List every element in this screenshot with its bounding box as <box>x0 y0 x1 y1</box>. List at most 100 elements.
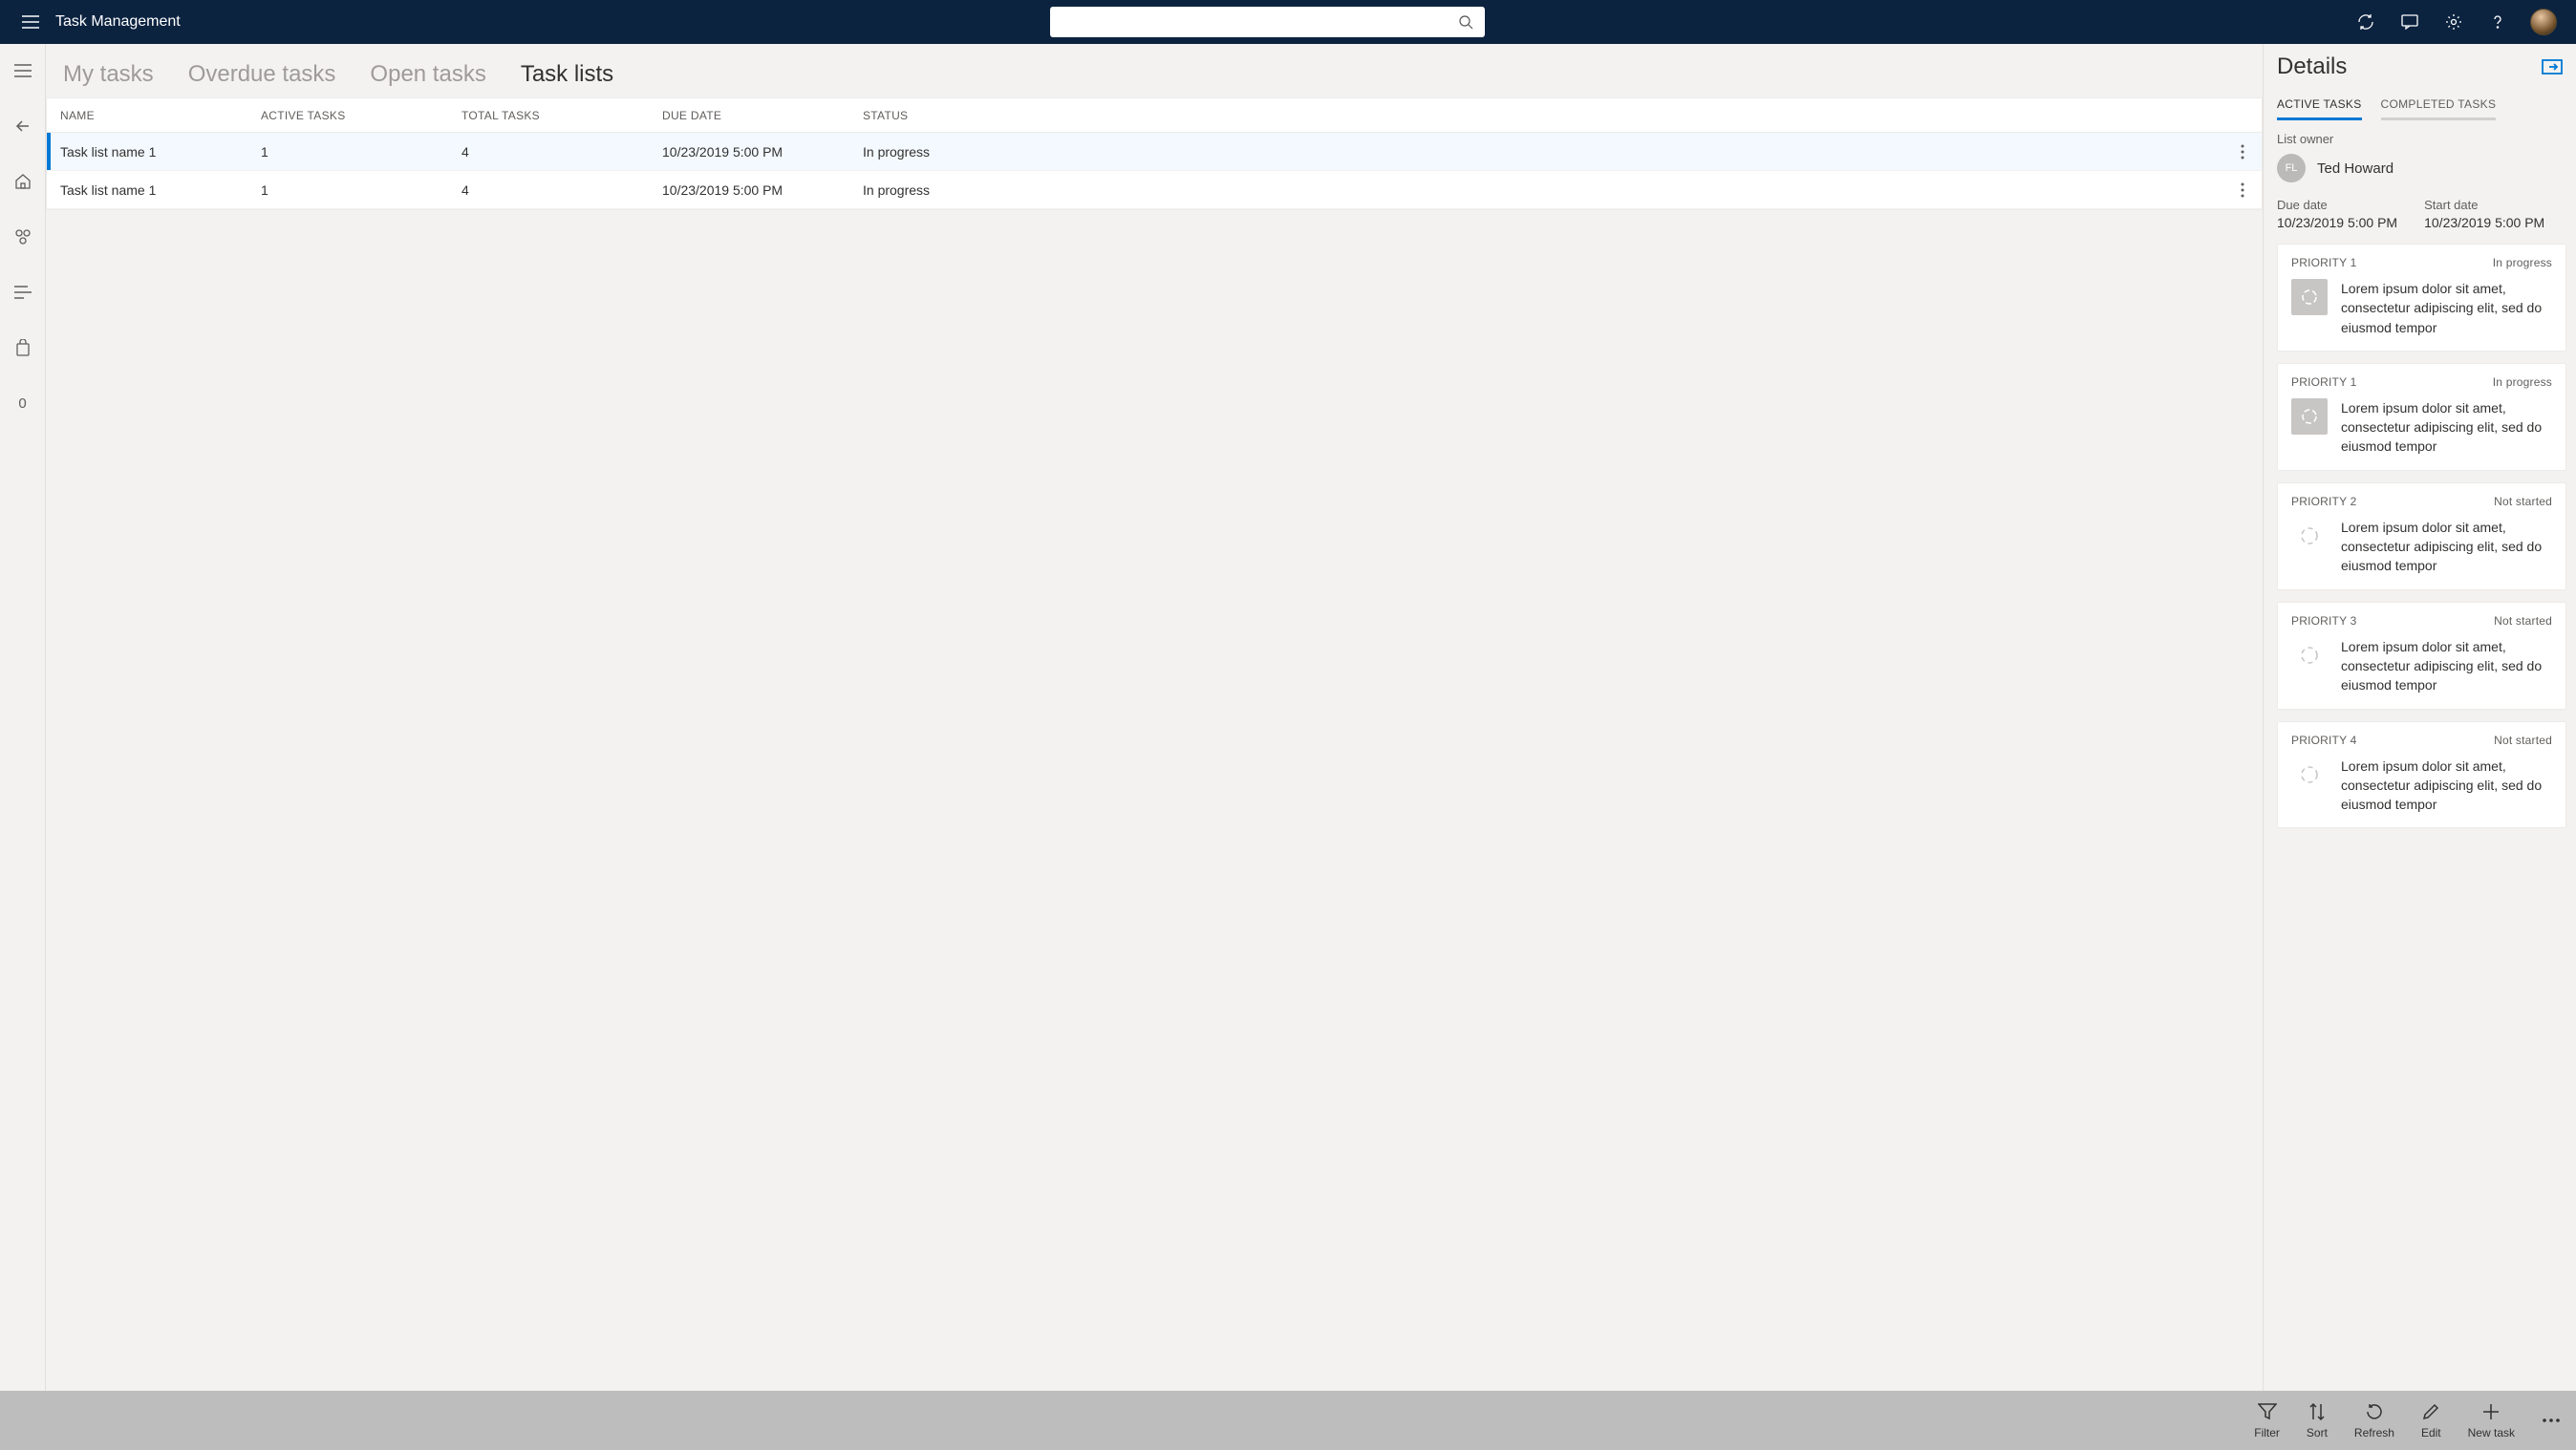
sort-button[interactable]: Sort <box>2307 1401 2328 1439</box>
details-tab-completed-tasks[interactable]: COMPLETED TASKS <box>2381 90 2497 120</box>
main-panel: My tasks Overdue tasks Open tasks Task l… <box>46 44 2263 1391</box>
nav-list-button[interactable] <box>0 273 46 311</box>
table-row[interactable]: Task list name 1 1 4 10/23/2019 5:00 PM … <box>47 133 2262 171</box>
modules-icon <box>14 228 32 245</box>
more-commands-button[interactable] <box>2542 1418 2561 1423</box>
task-card[interactable]: PRIORITY 2 Not started Lorem ipsum dolor… <box>2277 482 2566 590</box>
details-panel: Details ACTIVE TASKS COMPLETED TASKS Lis… <box>2263 44 2576 1391</box>
left-nav: 0 <box>0 44 46 1391</box>
owner-avatar: FL <box>2277 154 2306 182</box>
task-progress-icon <box>2291 279 2328 315</box>
app-title: Task Management <box>50 13 181 31</box>
owner-label: List owner <box>2277 132 2566 146</box>
col-header-status[interactable]: STATUS <box>849 109 2223 122</box>
nav-shopping-button[interactable] <box>0 329 46 367</box>
col-header-active[interactable]: ACTIVE TASKS <box>247 109 448 122</box>
refresh-header-button[interactable] <box>2354 11 2377 33</box>
task-description: Lorem ipsum dolor sit amet, consectetur … <box>2341 518 2552 576</box>
cell-name: Task list name 1 <box>47 182 247 198</box>
sort-label: Sort <box>2307 1426 2328 1439</box>
nav-menu-button[interactable] <box>0 52 46 90</box>
task-status: Not started <box>2494 495 2552 508</box>
nav-home-button[interactable] <box>0 162 46 201</box>
page-tabs: My tasks Overdue tasks Open tasks Task l… <box>46 44 2263 94</box>
task-card[interactable]: PRIORITY 1 In progress Lorem ipsum dolor… <box>2277 244 2566 352</box>
task-card[interactable]: PRIORITY 3 Not started Lorem ipsum dolor… <box>2277 602 2566 710</box>
more-horizontal-icon <box>2542 1418 2561 1423</box>
task-progress-icon <box>2291 637 2328 673</box>
new-task-button[interactable]: New task <box>2468 1401 2515 1439</box>
nav-back-button[interactable] <box>0 107 46 145</box>
user-avatar[interactable] <box>2530 9 2557 35</box>
refresh-button[interactable]: Refresh <box>2354 1401 2394 1439</box>
task-priority: PRIORITY 2 <box>2291 495 2356 508</box>
chat-icon <box>2401 13 2418 31</box>
panel-dock-button[interactable] <box>2542 59 2563 75</box>
col-header-total[interactable]: TOTAL TASKS <box>448 109 649 122</box>
search-input[interactable] <box>1060 14 1456 30</box>
task-priority: PRIORITY 4 <box>2291 734 2356 747</box>
task-progress-icon <box>2291 757 2328 793</box>
edit-button[interactable]: Edit <box>2421 1401 2441 1439</box>
sort-icon <box>2308 1402 2326 1421</box>
cell-due: 10/23/2019 5:00 PM <box>649 144 849 160</box>
task-priority: PRIORITY 1 <box>2291 256 2356 269</box>
cell-due: 10/23/2019 5:00 PM <box>649 182 849 198</box>
task-priority: PRIORITY 3 <box>2291 614 2356 628</box>
task-progress-icon <box>2291 518 2328 554</box>
cell-name: Task list name 1 <box>47 144 247 160</box>
refresh-icon <box>2365 1402 2384 1421</box>
dock-right-icon <box>2542 59 2563 75</box>
edit-icon <box>2421 1402 2440 1421</box>
hamburger-icon <box>22 15 39 29</box>
details-scroll-area[interactable]: List owner FL Ted Howard Due date 10/23/… <box>2264 120 2576 1391</box>
home-icon <box>14 173 32 190</box>
cell-total: 4 <box>448 144 649 160</box>
help-icon <box>2489 13 2506 31</box>
task-status: In progress <box>2493 375 2552 389</box>
owner-row: FL Ted Howard <box>2277 154 2566 182</box>
table-row[interactable]: Task list name 1 1 4 10/23/2019 5:00 PM … <box>47 171 2262 209</box>
filter-icon <box>2258 1403 2277 1420</box>
search-box[interactable] <box>1050 7 1485 37</box>
tab-open[interactable]: Open tasks <box>370 61 485 94</box>
row-more-button[interactable] <box>2223 182 2262 198</box>
edit-label: Edit <box>2421 1426 2441 1439</box>
task-status: In progress <box>2493 256 2552 269</box>
row-more-button[interactable] <box>2223 144 2262 160</box>
tab-overdue[interactable]: Overdue tasks <box>188 61 336 94</box>
tab-task-lists[interactable]: Task lists <box>521 61 613 94</box>
bag-icon <box>15 339 31 356</box>
search-icon <box>1456 12 1475 32</box>
app-header: Task Management <box>0 0 2576 44</box>
chat-button[interactable] <box>2398 11 2421 33</box>
col-header-due[interactable]: DUE DATE <box>649 109 849 122</box>
settings-button[interactable] <box>2442 11 2465 33</box>
cell-active: 1 <box>247 144 448 160</box>
nav-zero-item[interactable]: 0 <box>0 384 46 422</box>
task-priority: PRIORITY 1 <box>2291 375 2356 389</box>
owner-name: Ted Howard <box>2317 160 2394 177</box>
hamburger-icon <box>14 64 32 77</box>
col-header-name[interactable]: NAME <box>47 109 247 122</box>
refresh-label: Refresh <box>2354 1426 2394 1439</box>
due-date-label: Due date <box>2277 198 2397 212</box>
gear-icon <box>2445 13 2462 31</box>
help-button[interactable] <box>2486 11 2509 33</box>
list-icon <box>14 286 32 299</box>
task-description: Lorem ipsum dolor sit amet, consectetur … <box>2341 757 2552 815</box>
nav-modules-button[interactable] <box>0 218 46 256</box>
hamburger-button[interactable] <box>11 0 50 44</box>
cell-total: 4 <box>448 182 649 198</box>
details-tab-active-tasks[interactable]: ACTIVE TASKS <box>2277 90 2362 120</box>
task-description: Lorem ipsum dolor sit amet, consectetur … <box>2341 398 2552 457</box>
refresh-icon <box>2357 13 2374 31</box>
table-header-row: NAME ACTIVE TASKS TOTAL TASKS DUE DATE S… <box>47 98 2262 133</box>
task-description: Lorem ipsum dolor sit amet, consectetur … <box>2341 279 2552 337</box>
task-card[interactable]: PRIORITY 4 Not started Lorem ipsum dolor… <box>2277 721 2566 829</box>
task-card[interactable]: PRIORITY 1 In progress Lorem ipsum dolor… <box>2277 363 2566 471</box>
filter-button[interactable]: Filter <box>2254 1401 2280 1439</box>
details-title: Details <box>2277 53 2347 80</box>
tab-my-tasks[interactable]: My tasks <box>63 61 154 94</box>
task-description: Lorem ipsum dolor sit amet, consectetur … <box>2341 637 2552 695</box>
